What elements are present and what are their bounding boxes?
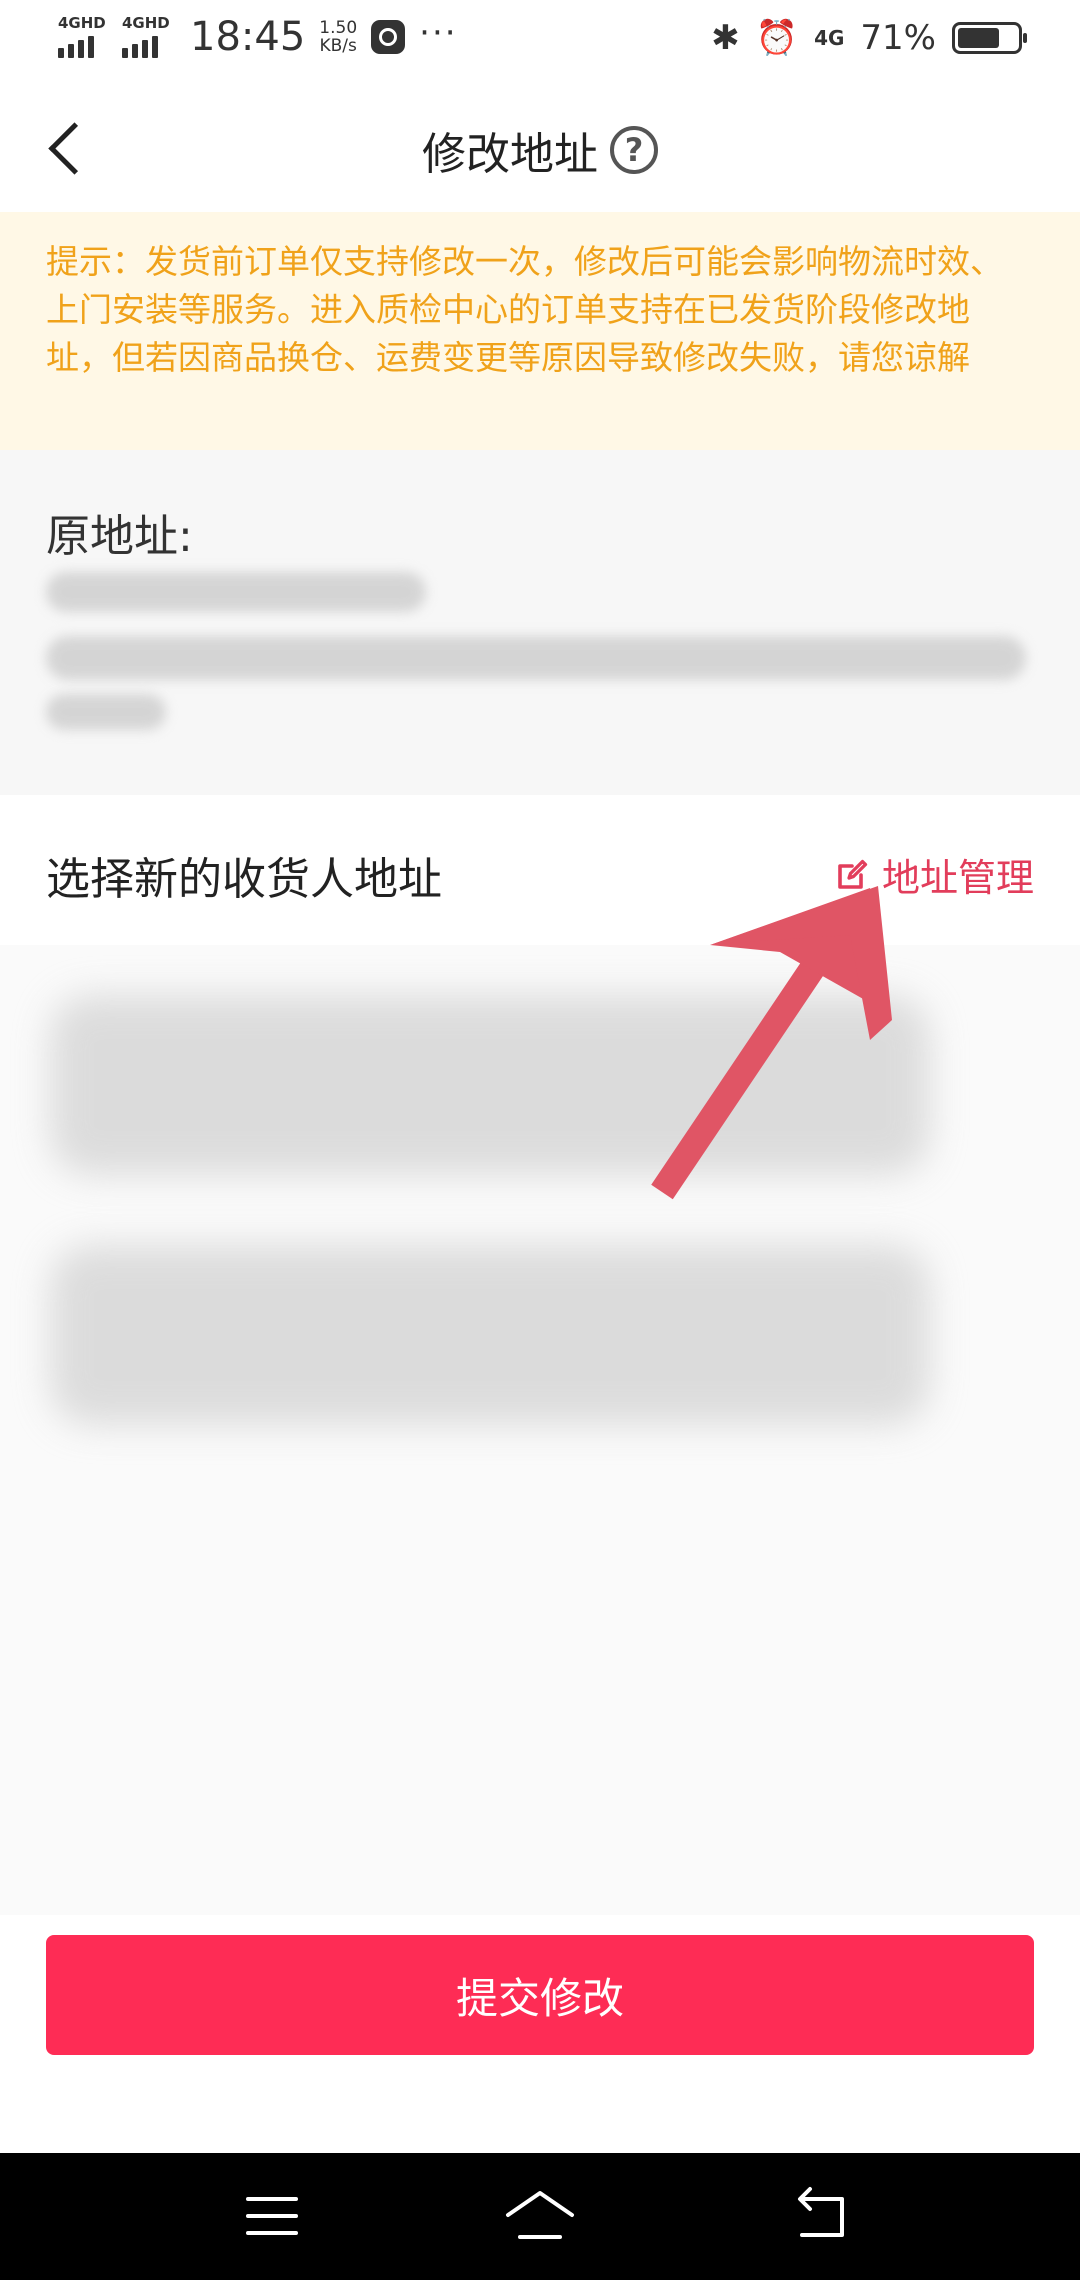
clock: 18:45 (190, 14, 306, 60)
speed-unit: KB/s (319, 36, 357, 56)
status-bar: 4GHD 4GHD 18:45 1.50 KB/s ··· ✱ ⏰ 4G 71% (0, 0, 1080, 84)
address-manage-label: 地址管理 (881, 856, 1034, 900)
blurred-name (46, 572, 426, 612)
address-option-blurred[interactable] (50, 1245, 930, 1425)
notice-text: 提示：发货前订单仅支持修改一次，修改后可能会影响物流时效、上门安装等服务。进入质… (46, 242, 1003, 377)
submit-label: 提交修改 (455, 1973, 624, 2023)
submit-area: 提交修改 (0, 1915, 1080, 2153)
signal-1-icon: 4GHD (58, 16, 108, 58)
annotation-arrow-icon (651, 886, 892, 1200)
notice-banner: 提示：发货前订单仅支持修改一次，修改后可能会影响物流时效、上门安装等服务。进入质… (0, 212, 1080, 450)
select-address-header: 选择新的收货人地址 地址管理 (0, 795, 1080, 945)
recent-apps-button[interactable] (232, 2181, 312, 2251)
help-icon[interactable]: ? (610, 126, 658, 174)
battery-percent: 71% (860, 18, 936, 58)
submit-button[interactable]: 提交修改 (46, 1935, 1034, 2055)
app-notification-icon (371, 20, 406, 54)
select-address-title: 选择新的收货人地址 (46, 854, 442, 905)
alarm-icon: ⏰ (755, 18, 799, 58)
signal-2-icon: 4GHD (122, 16, 172, 58)
more-notifications-icon: ··· (419, 13, 458, 53)
network-speed: 1.50 KB/s (319, 19, 357, 55)
blurred-address-line (46, 636, 1026, 680)
speed-value: 1.50 (319, 18, 358, 38)
system-back-button[interactable] (780, 2181, 860, 2251)
home-button[interactable] (500, 2181, 580, 2251)
bluetooth-icon: ✱ (711, 18, 740, 58)
blurred-address-line (46, 694, 166, 730)
original-address-section: 原地址: (0, 450, 1080, 790)
signal-2-label: 4GHD (122, 14, 170, 32)
original-address-label: 原地址: (46, 511, 193, 562)
select-address-section: 选择新的收货人地址 地址管理 (0, 795, 1080, 1915)
page-title: 修改地址 (422, 129, 598, 180)
battery-icon (952, 22, 1027, 54)
navigation-bar: 修改地址 ? (0, 84, 1080, 212)
network-type: 4G (814, 26, 845, 50)
system-navigation-bar (0, 2153, 1080, 2280)
signal-1-label: 4GHD (58, 14, 106, 32)
